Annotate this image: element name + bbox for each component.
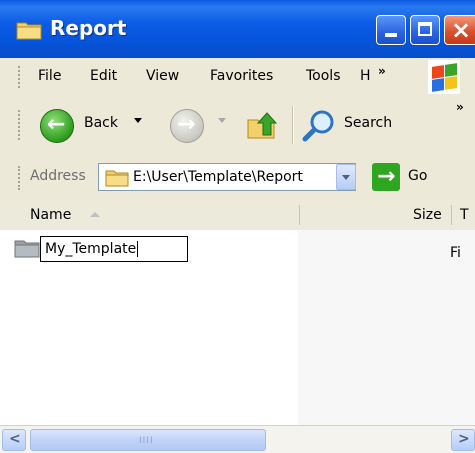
chevron-right-icon: > [458,431,470,447]
go-arrow-icon: → [377,164,396,189]
menu-overflow-chevron[interactable]: » [378,64,386,78]
column-type-header[interactable]: T [460,207,469,223]
go-label[interactable]: Go [408,168,427,184]
address-label: Address [30,168,86,184]
back-dropdown-arrow[interactable] [134,118,142,123]
standard-toolbar: ← Back → Search » [0,96,475,155]
go-button[interactable]: → [372,163,400,191]
menu-edit[interactable]: Edit [90,68,117,84]
file-name[interactable]: My_Template [45,241,139,257]
folder-icon [16,22,42,40]
menu-help[interactable]: H [360,68,371,84]
file-type: Fi [450,245,461,261]
column-divider[interactable] [451,205,452,225]
flag-yellow-quadrant [445,76,457,90]
search-magnifier-icon[interactable] [302,108,338,144]
menu-bar: File Edit View Favorites Tools H » [0,58,475,97]
horizontal-scrollbar[interactable]: < IIII > [0,425,475,453]
window-title: Report [50,16,127,40]
menu-tools[interactable]: Tools [306,68,341,84]
toolbar-grip[interactable] [18,110,22,140]
address-dropdown-button[interactable] [336,164,356,190]
toolbar-overflow-chevron[interactable]: » [456,100,464,114]
close-icon: × [451,16,472,44]
close-button[interactable]: × [444,15,475,45]
address-path[interactable]: E:\User\Template\Report [133,169,303,185]
back-arrow-icon: ← [47,112,66,137]
menu-view[interactable]: View [146,68,179,84]
scroll-left-button[interactable]: < [2,429,26,451]
minimize-button[interactable] [376,15,406,45]
back-label[interactable]: Back [84,115,118,131]
menu-file[interactable]: File [38,68,61,84]
search-label[interactable]: Search [344,115,392,131]
title-bar[interactable]: Report × [0,0,475,58]
address-input[interactable]: E:\User\Template\Report [98,163,356,191]
rename-input[interactable]: My_Template [40,236,188,262]
scroll-right-button[interactable]: > [451,429,475,451]
forward-arrow-icon: → [177,112,196,137]
address-grip[interactable] [18,166,22,190]
address-bar: Address E:\User\Template\Report → Go [0,154,475,201]
column-header: Name Size T [0,200,475,231]
flag-blue-quadrant [432,78,444,92]
flag-red-quadrant [432,65,444,79]
flag-green-quadrant [445,63,457,77]
up-folder-icon[interactable] [246,108,280,142]
folder-icon [105,170,129,187]
menu-favorites[interactable]: Favorites [210,68,273,84]
folder-icon [14,240,40,258]
scroll-thumb[interactable]: IIII [30,429,266,451]
chevron-left-icon: < [9,431,21,447]
explorer-window: Report × File Edit View Favorites Tools … [0,0,475,453]
forward-button[interactable]: → [170,109,204,143]
forward-dropdown-arrow[interactable] [218,118,226,123]
file-list[interactable]: My_Template Fi [0,230,475,425]
list-item[interactable]: My_Template Fi [14,236,474,262]
text-caret [137,241,139,257]
maximize-button[interactable] [410,15,440,45]
maximize-icon [418,22,432,36]
sort-ascending-icon [90,212,100,217]
windows-flag-icon [428,60,460,94]
menu-grip[interactable] [18,66,22,88]
back-button[interactable]: ← [40,109,74,143]
scroll-thumb-grip: IIII [139,436,154,446]
column-name-header[interactable]: Name [30,207,71,223]
minimize-icon [385,33,397,37]
toolbar-separator [292,106,294,144]
column-size-header[interactable]: Size [413,207,442,223]
column-divider[interactable] [299,205,300,225]
